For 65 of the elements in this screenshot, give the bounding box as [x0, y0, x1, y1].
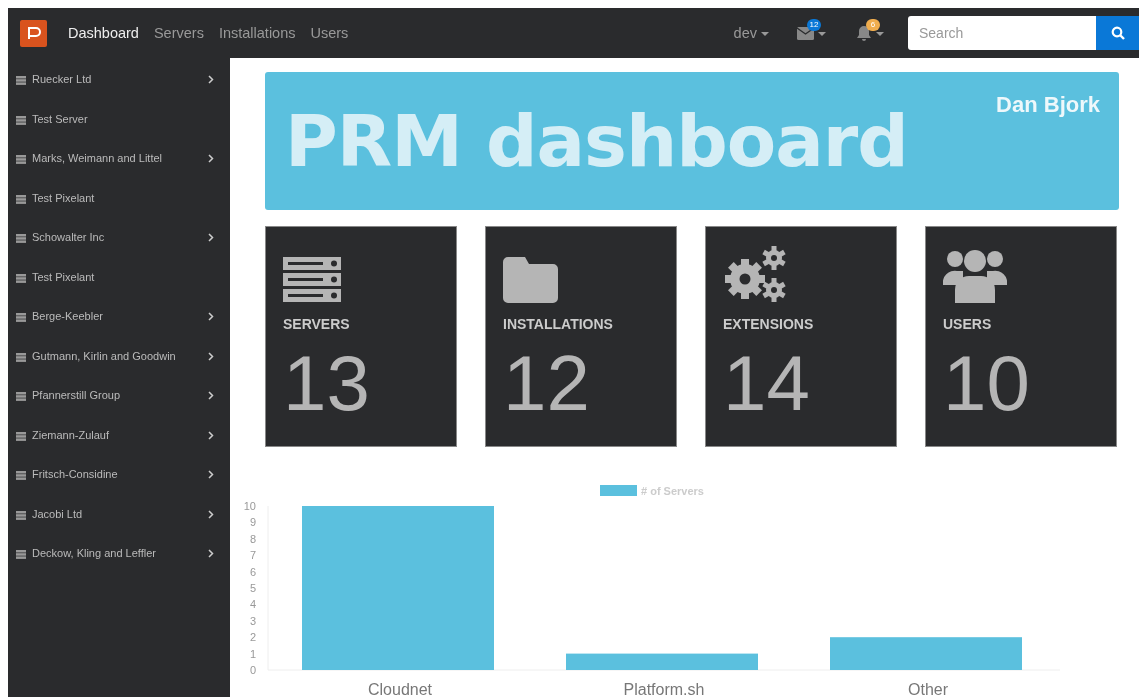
- sidebar-item[interactable]: Ziemann-Zulauf: [8, 422, 230, 462]
- server-icon: [16, 115, 26, 125]
- bell-icon: [856, 25, 872, 41]
- server-icon: [16, 550, 26, 559]
- search-field[interactable]: Search: [908, 16, 1096, 50]
- stat-value: 14: [723, 344, 811, 422]
- y-tick-label: 0: [249, 664, 256, 676]
- server-icon: [16, 76, 26, 85]
- y-tick-label: 6: [249, 565, 256, 578]
- x-axis-label: Platform.sh: [623, 681, 705, 697]
- y-tick-label: 8: [249, 532, 256, 545]
- stat-label: USERS: [943, 316, 993, 332]
- nav-link[interactable]: Installations: [218, 25, 296, 41]
- user-name: Dan Bjork: [996, 92, 1100, 118]
- messages-menu[interactable]: 12: [793, 18, 832, 48]
- sidebar-item[interactable]: Test Server: [8, 106, 230, 146]
- logo-icon[interactable]: [20, 19, 47, 47]
- y-tick-label: 3: [249, 614, 256, 627]
- y-tick-label: 5: [249, 582, 256, 594]
- sidebar-item[interactable]: Marks, Weimann and Littel: [8, 146, 230, 186]
- sidebar-item[interactable]: Test Pixelant: [8, 264, 230, 304]
- stat-value: 10: [943, 344, 1031, 422]
- server-icon: [16, 313, 26, 322]
- dashboard-title: PRM dashboard: [285, 105, 908, 177]
- y-tick-label: 7: [249, 549, 256, 562]
- nav-link[interactable]: Servers: [153, 25, 204, 41]
- server-icon: [16, 471, 26, 480]
- y-tick-label: 4: [249, 598, 256, 611]
- y-tick-label: 10: [243, 500, 256, 512]
- sidebar-item[interactable]: Pfannerstill Group: [8, 383, 230, 423]
- stat-value: 12: [503, 344, 591, 422]
- sidebar-item[interactable]: Schowalter Inc: [8, 225, 230, 265]
- server-icon: [16, 155, 26, 164]
- server-icon: [283, 257, 341, 303]
- sidebar-item[interactable]: Jacobi Ltd: [8, 501, 230, 541]
- server-icon: [16, 234, 26, 243]
- y-tick-label: 9: [249, 516, 256, 529]
- server-icon: [16, 352, 26, 362]
- y-tick-label: 2: [249, 631, 256, 644]
- nav-link[interactable]: Dashboard: [68, 25, 139, 41]
- folder-icon: [503, 257, 558, 303]
- sidebar-item[interactable]: Gutmann, Kirlin and Goodwin: [8, 343, 230, 383]
- nav-link[interactable]: Users: [310, 25, 349, 41]
- envelope-icon: [797, 26, 814, 40]
- server-icon: [16, 392, 26, 401]
- server-icon: [16, 194, 26, 204]
- gears-icon: [723, 245, 787, 303]
- y-tick-label: 1: [249, 647, 256, 660]
- server-icon: [16, 431, 26, 441]
- stat-label: SERVERS: [283, 316, 351, 332]
- user-menu[interactable]: dev: [729, 18, 773, 48]
- stat-label: EXTENSIONS: [723, 316, 815, 332]
- stat-value: 13: [283, 344, 371, 422]
- stat-label: INSTALLATIONS: [503, 316, 614, 332]
- sidebar-item[interactable]: Deckow, Kling and Leffler: [8, 541, 230, 581]
- x-axis-label: Cloudnet: [368, 681, 432, 697]
- sidebar-item[interactable]: Test Pixelant: [8, 185, 230, 225]
- sidebar-item[interactable]: Ruecker Ltd: [8, 67, 230, 107]
- server-icon: [16, 510, 26, 520]
- sidebar-item[interactable]: Fritsch-Considine: [8, 462, 230, 502]
- x-axis-label: Other: [908, 681, 948, 697]
- search-icon: [1110, 26, 1125, 40]
- search-button[interactable]: [1096, 16, 1139, 50]
- sidebar-item[interactable]: Berge-Keebler: [8, 304, 230, 344]
- server-icon: [16, 273, 26, 283]
